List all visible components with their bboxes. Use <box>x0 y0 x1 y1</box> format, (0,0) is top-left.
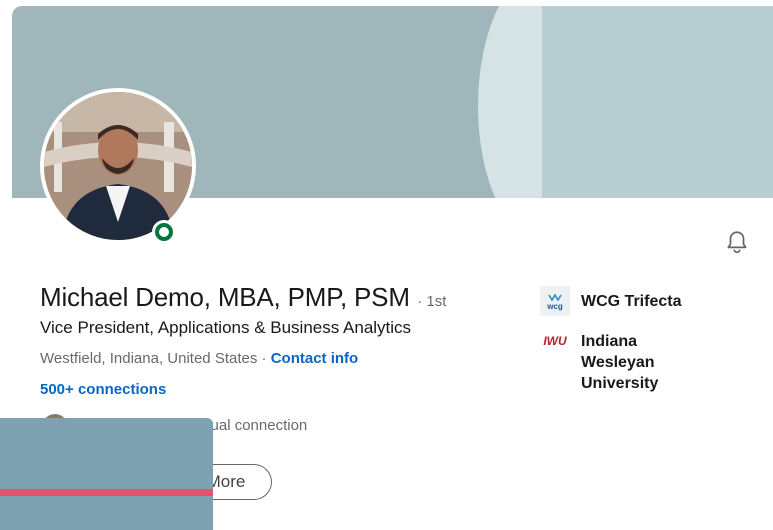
company-name: WCG Trifecta <box>581 293 682 310</box>
banner-light-panel <box>532 6 542 198</box>
online-status-icon <box>152 220 176 244</box>
overlay-photo <box>0 418 213 530</box>
location-separator: · <box>257 350 271 367</box>
overlay-photo-stripe <box>0 489 213 496</box>
iwu-logo-icon: IWU <box>540 326 570 356</box>
profile-location: Westfield, Indiana, United States <box>40 350 258 367</box>
contact-info-link[interactable]: Contact info <box>271 350 359 367</box>
wcg-logo-text: wcg <box>546 302 563 311</box>
school-name: Indiana Wesleyan University <box>581 333 659 392</box>
profile-name-row: Michael Demo, MBA, PMP, PSM · 1st <box>40 282 446 313</box>
profile-headline: Vice President, Applications & Business … <box>40 318 412 337</box>
location-row: Westfield, Indiana, United States · Cont… <box>40 350 358 367</box>
banner-right-panel <box>542 6 773 198</box>
connection-degree: · 1st <box>417 293 447 310</box>
mutual-connection-text[interactable]: utual connection <box>198 417 307 434</box>
profile-photo[interactable] <box>40 88 196 244</box>
wcg-logo-icon: wcg <box>540 286 570 316</box>
wcg-logo-mark: wcg <box>541 287 569 315</box>
profile-name: Michael Demo, MBA, PMP, PSM <box>40 282 410 312</box>
profile-photo-image <box>44 92 192 240</box>
iwu-logo-text: IWU <box>543 334 567 348</box>
connections-link[interactable]: 500+ connections <box>40 381 166 398</box>
bell-icon[interactable] <box>724 229 750 255</box>
